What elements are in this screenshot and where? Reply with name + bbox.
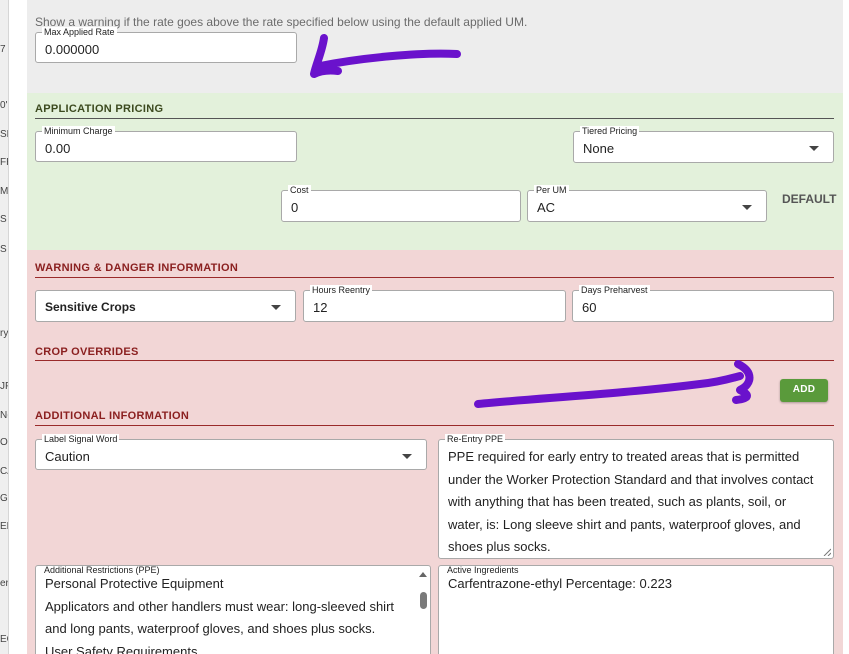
sensitive-crops-select[interactable]: Sensitive Crops bbox=[35, 290, 296, 322]
label-signal-word-label: Label Signal Word bbox=[42, 434, 120, 444]
scroll-thumb[interactable] bbox=[420, 592, 427, 609]
clipped-text: EO bbox=[0, 634, 8, 645]
restrictions-line: User Safety Requirements bbox=[45, 643, 198, 654]
clipped-text: S bbox=[0, 244, 7, 255]
resize-grip-icon[interactable] bbox=[823, 548, 831, 556]
tiered-pricing-label: Tiered Pricing bbox=[580, 126, 640, 136]
clipped-text: FR bbox=[0, 157, 8, 168]
application-pricing-section: APPLICATION PRICING Minimum Charge 0.00 … bbox=[27, 93, 843, 250]
page-edge bbox=[843, 0, 849, 654]
tiered-pricing-select[interactable]: Tiered Pricing None bbox=[573, 126, 834, 163]
per-um-label: Per UM bbox=[534, 185, 569, 195]
minimum-charge-label: Minimum Charge bbox=[42, 126, 115, 136]
caret-down-icon bbox=[402, 454, 412, 459]
reentry-ppe-label: Re-Entry PPE bbox=[445, 434, 506, 444]
caret-down-icon bbox=[271, 305, 281, 310]
days-preharvest-value: 60 bbox=[582, 300, 597, 315]
clipped-text: 0' bbox=[0, 100, 8, 111]
days-preharvest-field[interactable]: Days Preharvest 60 bbox=[572, 285, 834, 322]
clipped-text: ER bbox=[0, 521, 8, 532]
hours-reentry-value: 12 bbox=[313, 300, 328, 315]
days-preharvest-label: Days Preharvest bbox=[579, 285, 650, 295]
restrictions-scrollbar[interactable] bbox=[419, 572, 427, 654]
additional-information-title: ADDITIONAL INFORMATION bbox=[35, 410, 190, 422]
gutter bbox=[9, 0, 27, 654]
divider bbox=[35, 425, 834, 426]
additional-restrictions-label: Additional Restrictions (PPE) bbox=[44, 565, 160, 575]
reentry-ppe-text: PPE required for early entry to treated … bbox=[448, 449, 814, 554]
restrictions-line: Personal Protective Equipment bbox=[45, 576, 224, 591]
max-applied-rate-value: 0.000000 bbox=[45, 42, 100, 57]
clipped-text: OI bbox=[0, 437, 8, 448]
left-clipped-panel: 7 0' SE FR M S Sry JP N( OI CA GL ER er EO bbox=[0, 0, 9, 654]
scroll-up-icon[interactable] bbox=[419, 572, 427, 577]
active-ingredients-label: Active Ingredients bbox=[447, 565, 519, 575]
application-pricing-title: APPLICATION PRICING bbox=[35, 103, 164, 115]
product-form: Show a warning if the rate goes above th… bbox=[27, 0, 843, 654]
per-um-value: AC bbox=[537, 200, 556, 215]
cost-value: 0 bbox=[291, 200, 299, 215]
warning-danger-section: WARNING & DANGER INFORMATION Sensitive C… bbox=[27, 250, 843, 654]
additional-restrictions-textarea[interactable]: Additional Restrictions (PPE) Personal P… bbox=[35, 565, 431, 654]
clipped-text: er bbox=[0, 578, 9, 589]
clipped-text: SE bbox=[0, 129, 8, 140]
tiered-pricing-value: None bbox=[583, 141, 615, 156]
active-ingredients-text: Carfentrazone-ethyl Percentage: 0.223 bbox=[448, 576, 673, 591]
hours-reentry-label: Hours Reentry bbox=[310, 285, 373, 295]
clipped-text: S bbox=[0, 214, 7, 225]
cost-field[interactable]: Cost 0 bbox=[281, 185, 521, 222]
minimum-charge-field[interactable]: Minimum Charge 0.00 bbox=[35, 126, 297, 162]
per-um-select[interactable]: Per UM AC bbox=[527, 185, 767, 222]
clipped-text: ry bbox=[0, 328, 9, 339]
divider bbox=[35, 277, 834, 278]
clipped-text: N( bbox=[0, 410, 8, 421]
caret-down-icon bbox=[742, 205, 752, 210]
active-ingredients-textarea[interactable]: Active Ingredients Carfentrazone-ethyl P… bbox=[438, 565, 834, 654]
crop-overrides-title: CROP OVERRIDES bbox=[35, 346, 139, 358]
clipped-text: M bbox=[0, 186, 9, 197]
cost-label: Cost bbox=[288, 185, 311, 195]
label-signal-word-select[interactable]: Label Signal Word Caution bbox=[35, 434, 427, 470]
divider bbox=[35, 118, 834, 119]
clipped-text: CA bbox=[0, 466, 8, 477]
max-applied-rate-label: Max Applied Rate bbox=[42, 27, 117, 37]
reentry-ppe-textarea[interactable]: Re-Entry PPE PPE required for early entr… bbox=[438, 434, 834, 559]
annotation-arrow-icon bbox=[310, 34, 461, 78]
add-crop-override-button[interactable]: ADD bbox=[780, 379, 828, 402]
max-applied-rate-field[interactable]: Max Applied Rate 0.000000 bbox=[35, 27, 297, 63]
label-signal-word-value: Caution bbox=[45, 449, 90, 464]
additional-restrictions-text: Personal Protective Equipment Applicator… bbox=[45, 573, 410, 654]
clipped-text: JP bbox=[0, 381, 8, 392]
caret-down-icon bbox=[809, 146, 819, 151]
restrictions-line: Applicators and other handlers must wear… bbox=[45, 598, 395, 637]
annotation-arrow-icon bbox=[474, 360, 754, 408]
warning-danger-title: WARNING & DANGER INFORMATION bbox=[35, 262, 239, 274]
clipped-text: GL bbox=[0, 493, 8, 504]
clipped-text: 7 bbox=[0, 44, 6, 55]
minimum-charge-value: 0.00 bbox=[45, 141, 71, 156]
sensitive-crops-value: Sensitive Crops bbox=[45, 300, 136, 314]
default-label: DEFAULT bbox=[782, 192, 837, 206]
hours-reentry-field[interactable]: Hours Reentry 12 bbox=[303, 285, 566, 322]
